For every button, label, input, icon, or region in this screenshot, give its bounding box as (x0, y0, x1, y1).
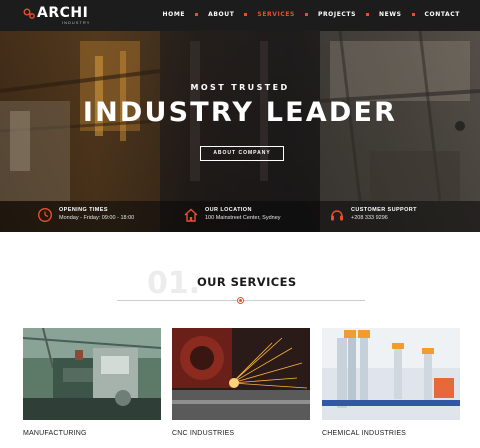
service-label-manufacturing[interactable]: MANUFACTURING (23, 430, 87, 437)
clock-icon (37, 207, 53, 223)
headset-icon (331, 210, 343, 221)
factory-machinery-image (23, 328, 161, 420)
nav-services[interactable]: SERVICES (257, 11, 295, 18)
hero-banner: MOST TRUSTED INDUSTRY LEADER ABOUT COMPA… (0, 31, 480, 232)
menu-separator (195, 13, 199, 16)
info-title: CUSTOMER SUPPORT (351, 207, 417, 213)
logo-tagline: INDUSTRY (62, 20, 91, 25)
top-navbar: ARCHI INDUSTRY HOME ABOUT SERVICES PROJE… (0, 0, 480, 31)
about-company-button[interactable]: ABOUT COMPANY (200, 146, 284, 161)
service-label-cnc[interactable]: CNC INDUSTRIES (172, 430, 234, 437)
info-text: 100 Mainstreet Center, Sydney (205, 215, 281, 221)
home-icon (184, 208, 198, 222)
menu-separator (411, 13, 415, 16)
nav-about[interactable]: ABOUT (208, 11, 234, 18)
nav-home[interactable]: HOME (163, 11, 186, 18)
nav-news[interactable]: NEWS (379, 11, 401, 18)
info-title: OUR LOCATION (205, 207, 252, 213)
nav-contact[interactable]: CONTACT (425, 11, 461, 18)
menu-separator (244, 13, 248, 16)
info-title: OPENING TIMES (59, 207, 108, 213)
service-card-chemical[interactable] (322, 328, 460, 420)
service-card-manufacturing[interactable] (23, 328, 161, 420)
services-section: 01. OUR SERVICES MANUFACTURING CNC INDUS… (0, 232, 480, 448)
menu-separator (304, 13, 308, 16)
section-number: 01. (147, 266, 201, 301)
hero-eyebrow: MOST TRUSTED (190, 83, 290, 92)
service-label-chemical[interactable]: CHEMICAL INDUSTRIES (322, 430, 406, 437)
laboratory-test-tubes-image (322, 328, 460, 420)
info-text: +208 333 9296 (351, 215, 388, 221)
info-bar: OPENING TIMES Monday - Friday: 09:00 - 1… (0, 201, 480, 232)
logo-name: ARCHI (37, 5, 89, 21)
logo-icon (23, 8, 35, 19)
metal-grinding-sparks-image (172, 328, 310, 420)
nav-projects[interactable]: PROJECTS (318, 11, 356, 18)
section-title: OUR SERVICES (197, 275, 297, 289)
divider-dot-icon (237, 297, 244, 304)
hero-headline: INDUSTRY LEADER (82, 97, 398, 128)
service-card-cnc[interactable] (172, 328, 310, 420)
menu-separator (366, 13, 370, 16)
info-text: Monday - Friday: 09:00 - 18:00 (59, 215, 135, 221)
main-menu: HOME ABOUT SERVICES PROJECTS NEWS CONTAC… (163, 11, 460, 18)
